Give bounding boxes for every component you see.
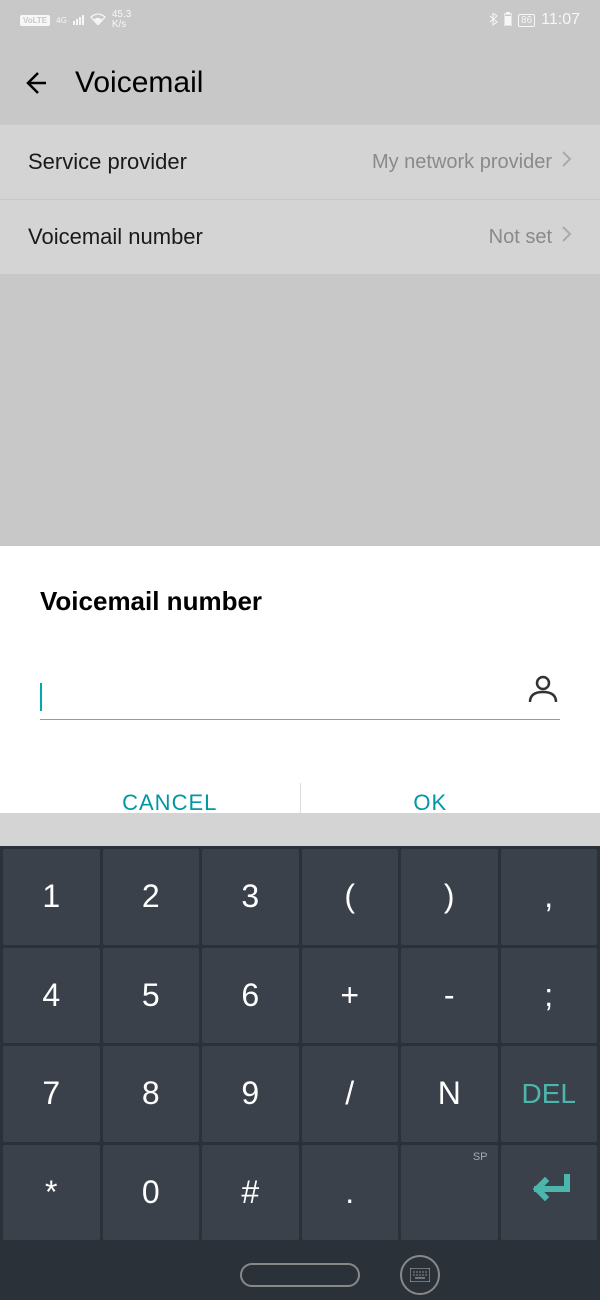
- key-1[interactable]: 1: [3, 849, 100, 945]
- signal-icon: [73, 15, 84, 25]
- key-5[interactable]: 5: [103, 948, 200, 1044]
- row-label: Service provider: [28, 149, 187, 175]
- key-space[interactable]: SP: [401, 1145, 498, 1241]
- key-semicolon[interactable]: ;: [501, 948, 598, 1044]
- contact-picker-icon[interactable]: [526, 672, 560, 711]
- key-plus[interactable]: +: [302, 948, 399, 1044]
- key-paren-open[interactable]: (: [302, 849, 399, 945]
- ime-switch-button[interactable]: [400, 1255, 440, 1295]
- key-2[interactable]: 2: [103, 849, 200, 945]
- volte-badge: VoLTE: [20, 15, 50, 26]
- nav-bar: [0, 1240, 600, 1300]
- key-period[interactable]: .: [302, 1145, 399, 1241]
- back-button[interactable]: [20, 68, 50, 98]
- enter-icon: [527, 1173, 571, 1211]
- battery-icon: [504, 12, 512, 29]
- key-8[interactable]: 8: [103, 1046, 200, 1142]
- key-slash[interactable]: /: [302, 1046, 399, 1142]
- key-n[interactable]: N: [401, 1046, 498, 1142]
- status-left: VoLTE 4G 45.3K/s: [20, 10, 131, 30]
- key-6[interactable]: 6: [202, 948, 299, 1044]
- key-4[interactable]: 4: [3, 948, 100, 1044]
- page-title: Voicemail: [75, 66, 203, 100]
- key-grid: 1 2 3 ( ) , 4 5 6 + - ; 7 8 9 / N DEL * …: [0, 846, 600, 1240]
- key-paren-close[interactable]: ): [401, 849, 498, 945]
- keyboard: 1 2 3 ( ) , 4 5 6 + - ; 7 8 9 / N DEL * …: [0, 846, 600, 1300]
- settings-list: Service provider My network provider Voi…: [0, 125, 600, 274]
- key-asterisk[interactable]: *: [3, 1145, 100, 1241]
- key-comma[interactable]: ,: [501, 849, 598, 945]
- network-speed: 45.3K/s: [112, 10, 131, 30]
- key-hash[interactable]: #: [202, 1145, 299, 1241]
- key-enter[interactable]: [501, 1145, 598, 1241]
- service-provider-row[interactable]: Service provider My network provider: [0, 125, 600, 200]
- status-right: 86 11:07: [488, 11, 580, 29]
- battery-percent: 86: [518, 14, 535, 27]
- key-3[interactable]: 3: [202, 849, 299, 945]
- chevron-right-icon: [560, 225, 572, 249]
- key-minus[interactable]: -: [401, 948, 498, 1044]
- voicemail-number-dialog: Voicemail number CANCEL OK: [0, 546, 600, 838]
- wifi-icon: [90, 13, 106, 28]
- voicemail-number-input[interactable]: [42, 681, 526, 711]
- home-button[interactable]: [240, 1263, 360, 1287]
- row-value: My network provider: [372, 150, 572, 174]
- key-delete[interactable]: DEL: [501, 1046, 598, 1142]
- network-gen: 4G: [56, 16, 67, 25]
- status-bar: VoLTE 4G 45.3K/s 86 11:07: [0, 0, 600, 40]
- row-value: Not set: [489, 225, 572, 249]
- key-7[interactable]: 7: [3, 1046, 100, 1142]
- bluetooth-icon: [488, 12, 498, 29]
- chevron-right-icon: [560, 150, 572, 174]
- input-row: [40, 672, 560, 720]
- dialog-title: Voicemail number: [40, 586, 560, 617]
- clock: 11:07: [541, 11, 580, 29]
- key-9[interactable]: 9: [202, 1046, 299, 1142]
- row-label: Voicemail number: [28, 224, 203, 250]
- spacer: [0, 813, 600, 846]
- voicemail-number-row[interactable]: Voicemail number Not set: [0, 200, 600, 274]
- app-header: Voicemail: [0, 40, 600, 125]
- key-0[interactable]: 0: [103, 1145, 200, 1241]
